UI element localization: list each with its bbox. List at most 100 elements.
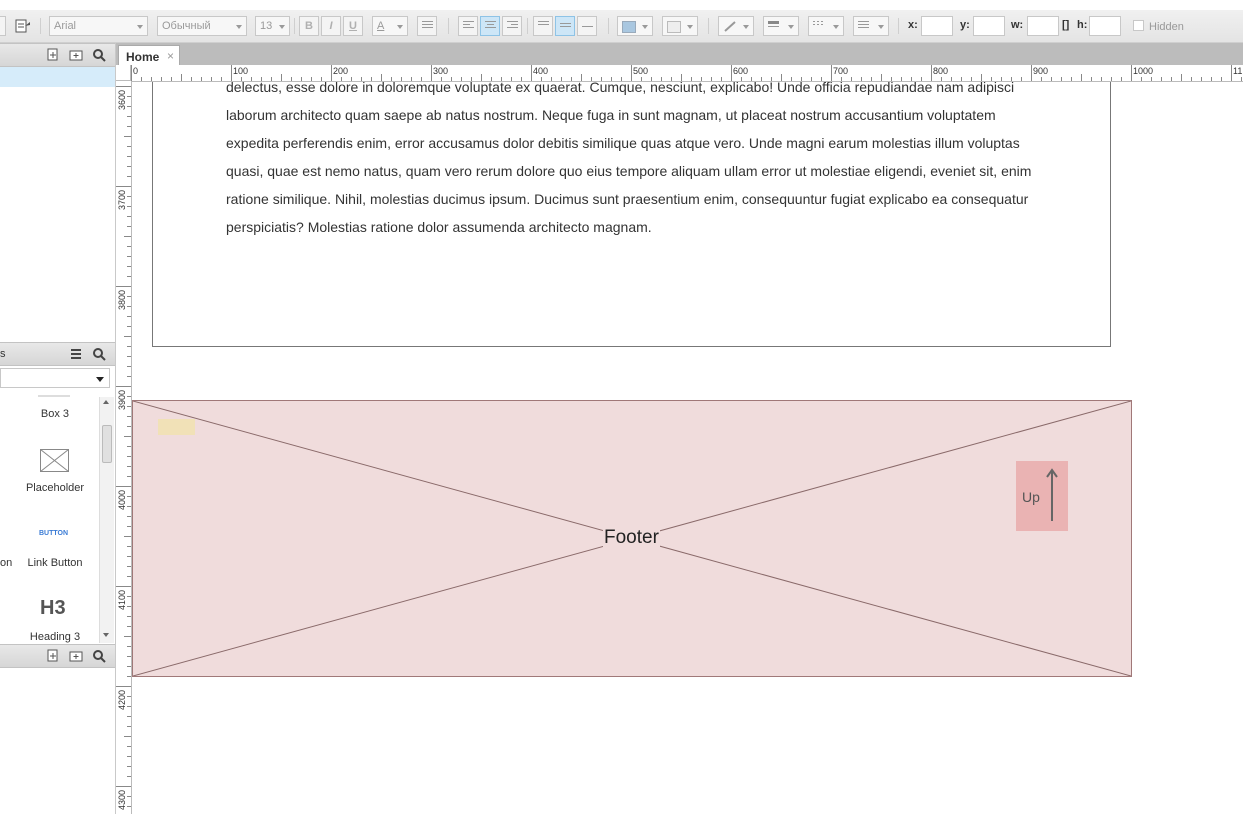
ruler-label: 3700 [117,189,127,210]
ruler-label: 4000 [117,489,127,510]
x-label: x: [908,19,918,31]
ruler-label: 100 [233,66,249,76]
underline-button[interactable]: U [343,16,363,36]
toolbar-separator [294,18,295,34]
align-right-button[interactable] [502,16,522,36]
line-style-icon [813,21,824,31]
footer-placeholder[interactable]: Footer Up [132,400,1132,677]
ruler-label: 500 [633,66,649,76]
body-text-line: laborum architecto quam saepe ab natus n… [226,107,996,123]
widget-box-3[interactable]: Box 3 [15,408,95,420]
font-family-select[interactable]: Arial [49,16,148,36]
list-icon [422,21,433,31]
body-text[interactable]: delectus, esse dolore in doloremque volu… [226,82,1056,241]
placeholder-icon[interactable] [40,449,69,475]
widget-heading-3[interactable]: Heading 3 [15,631,95,643]
h-input[interactable] [1089,16,1121,36]
valign-bottom-icon [582,26,593,36]
toolbar-separator [527,18,528,34]
shadow-icon [667,21,681,33]
hidden-checkbox[interactable] [1133,20,1144,31]
ruler-label: 3800 [117,289,127,310]
search-icon[interactable] [92,649,106,663]
x-input[interactable] [921,16,953,36]
page-style-icon[interactable] [14,16,32,36]
fill-color-icon [622,21,636,33]
chevron-down-icon [687,25,693,29]
bold-button[interactable]: B [299,16,319,36]
w-input[interactable] [1027,16,1059,36]
font-size-value: 13 [260,20,273,32]
link-button-icon: BUTTON [39,530,69,537]
add-folder-icon[interactable] [69,48,83,62]
library-scrollbar[interactable] [99,397,114,643]
toolbar-overflow-button[interactable] [0,16,6,36]
ruler-label: 600 [733,66,749,76]
chevron-down-icon [743,25,749,29]
bullet-list-button[interactable] [417,16,437,36]
close-icon[interactable]: × [167,49,174,63]
ruler-label: 4200 [117,689,127,710]
ruler-label: 3900 [117,389,127,410]
library-select[interactable] [0,368,110,388]
widget-placeholder[interactable]: Placeholder [15,482,95,494]
y-input[interactable] [973,16,1005,36]
ruler-label: 0 [133,66,139,76]
italic-button[interactable]: I [321,16,341,36]
scroll-up-icon[interactable] [103,400,109,404]
valign-middle-button[interactable] [555,16,575,36]
ruler-label: 200 [333,66,349,76]
font-size-select[interactable]: 13 [255,16,290,36]
page-tab-bar: Home × [116,43,1243,66]
chevron-down-icon [833,25,839,29]
tab-home[interactable]: Home × [118,45,180,66]
search-icon[interactable] [92,48,106,62]
body-text-line: delectus, esse dolore in doloremque volu… [226,82,1015,95]
align-center-button[interactable] [480,16,500,36]
search-icon[interactable] [92,347,106,361]
add-page-icon[interactable] [46,48,60,62]
line-color-select[interactable] [718,16,754,36]
font-color-label: A [377,20,385,32]
scroll-thumb[interactable] [102,425,112,463]
line-style-select[interactable] [808,16,844,36]
y-label: y: [960,19,970,31]
fill-color-select[interactable] [617,16,653,36]
valign-bottom-button[interactable] [577,16,597,36]
scroll-down-icon[interactable] [103,633,109,637]
aspect-lock-icon[interactable]: [] [1062,19,1069,31]
sticky-note[interactable] [158,419,195,435]
align-center-icon [485,21,496,31]
add-folder-icon[interactable] [69,649,83,663]
design-canvas[interactable]: delectus, esse dolore in doloremque volu… [132,82,1243,814]
left-panel: s Box 3 Placeholder BUTTON on Link Butto… [0,43,116,814]
align-left-icon [463,21,474,31]
widget-link-button[interactable]: Link Button [15,557,95,569]
body-text-line: ratione similique. Nihil, molestias duci… [226,191,1029,207]
h-label: h: [1077,19,1088,31]
body-text-line: perspiciatis? Molestias ratione dolor as… [226,219,652,235]
align-left-button[interactable] [458,16,478,36]
ruler-label: 800 [933,66,949,76]
vertical-ruler: 3600 3700 3800 3900 4000 4100 4200 4300 [116,81,132,814]
toolbar-separator [708,18,709,34]
widget-cut-off-label[interactable]: on [0,557,12,569]
shadow-select[interactable] [662,16,698,36]
line-width-select[interactable] [763,16,799,36]
text-widget-box[interactable]: delectus, esse dolore in doloremque volu… [152,82,1111,347]
menu-icon[interactable] [69,347,83,361]
add-master-icon[interactable] [46,649,60,663]
font-style-select[interactable]: Обычный [157,16,247,36]
selected-page-row[interactable] [0,67,115,87]
toolbar-top-strip [0,0,1243,10]
body-text-line: expedita perferendis enim, error accusam… [226,135,1020,151]
arrow-style-select[interactable] [853,16,889,36]
chevron-down-icon [137,25,143,29]
hidden-label: Hidden [1149,21,1184,33]
valign-middle-icon [560,23,571,33]
chevron-down-icon [788,25,794,29]
font-color-select[interactable]: A [372,16,408,36]
ruler-label: 3600 [117,89,127,110]
valign-top-button[interactable] [533,16,553,36]
back-to-top-button[interactable]: Up [1016,461,1068,531]
